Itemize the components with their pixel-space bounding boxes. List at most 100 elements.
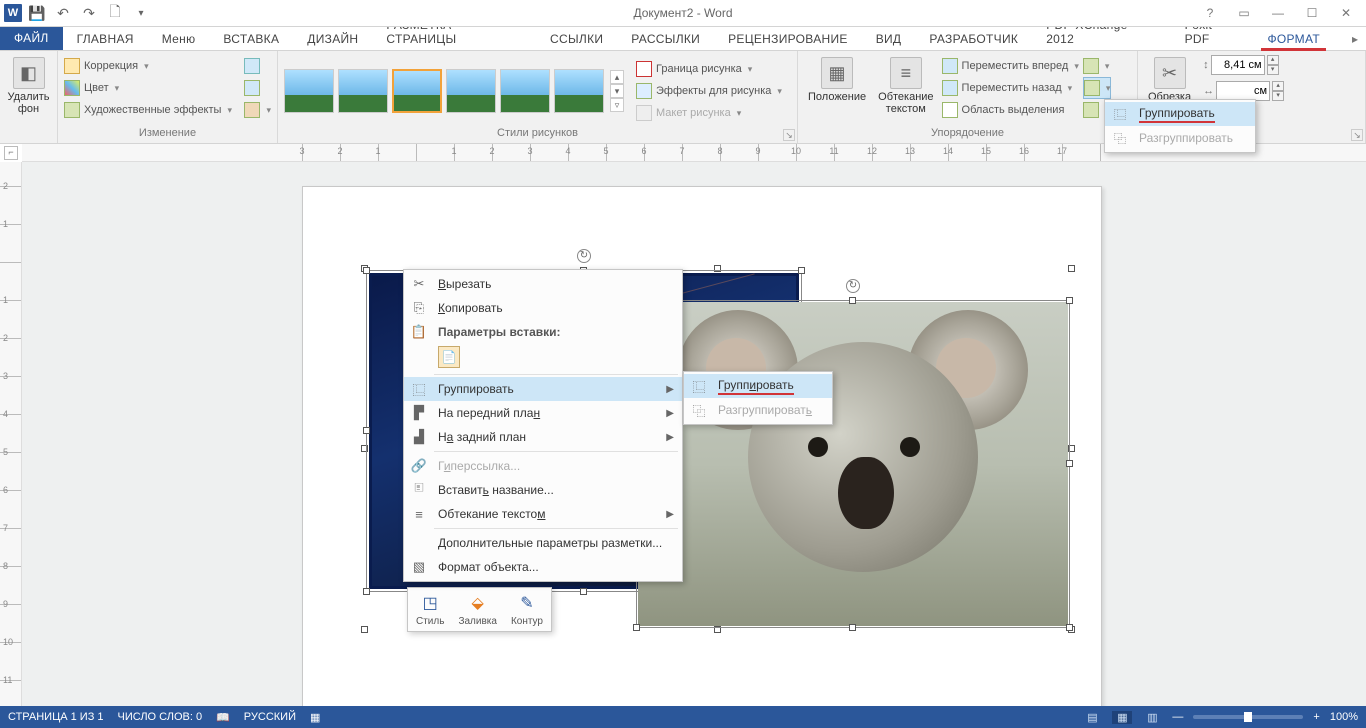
ctx-send-back[interactable]: ▟На задний план▶ xyxy=(404,425,682,449)
style-thumb[interactable] xyxy=(500,69,550,113)
tab-home[interactable]: ГЛАВНАЯ xyxy=(63,28,148,50)
wrap-text-button[interactable]: ≡Обтекание текстом xyxy=(874,55,937,117)
tab-references[interactable]: ССЫЛКИ xyxy=(536,28,617,50)
tab-developer[interactable]: РАЗРАБОТЧИК xyxy=(915,28,1032,50)
submenu-group[interactable]: ⿺Группировать xyxy=(684,374,832,398)
position-button[interactable]: ▦Положение xyxy=(804,55,870,105)
style-thumb[interactable] xyxy=(446,69,496,113)
caption-icon: 🗉 xyxy=(410,481,428,499)
wrap-icon: ≡ xyxy=(410,505,428,523)
group-icon: ⿺ xyxy=(410,380,428,398)
style-thumb[interactable] xyxy=(284,69,334,113)
ctx-cut[interactable]: ✂Вырезать xyxy=(404,272,682,296)
menu-item-group[interactable]: ⿺Группировать xyxy=(1105,102,1255,126)
change-picture-icon xyxy=(244,80,260,96)
tab-view[interactable]: ВИД xyxy=(862,28,916,50)
send-backward-button[interactable]: Переместить назад▾ xyxy=(942,77,1079,99)
style-thumb[interactable] xyxy=(338,69,388,113)
ctx-format-object[interactable]: ▧Формат объекта... xyxy=(404,555,682,579)
paste-icon: 📋 xyxy=(410,323,428,341)
remove-background-button[interactable]: ◧ Удалить фон xyxy=(6,55,51,117)
reset-picture-button[interactable]: ▾ xyxy=(244,99,271,121)
group-objects-button[interactable]: ▾ xyxy=(1083,77,1112,99)
tab-design[interactable]: ДИЗАЙН xyxy=(293,28,372,50)
artistic-effects-button[interactable]: Художественные эффекты▾ xyxy=(64,99,232,121)
workspace: 21 123 456 789 101112 ↻ xyxy=(0,162,1366,706)
link-icon: 🔗 xyxy=(410,457,428,475)
new-doc-icon[interactable]: 🗋 xyxy=(104,2,126,24)
forward-icon xyxy=(942,58,958,74)
color-button[interactable]: Цвет▾ xyxy=(64,77,232,99)
tab-menu[interactable]: Меню xyxy=(148,28,210,50)
spin-up-icon[interactable]: ▴ xyxy=(1267,55,1279,65)
zoom-slider[interactable] xyxy=(1193,715,1303,719)
style-thumb-selected[interactable] xyxy=(392,69,442,113)
dialog-launcher-icon[interactable]: ↘ xyxy=(783,129,795,141)
mini-style-button[interactable]: ◳Стиль xyxy=(412,592,448,627)
redo-icon[interactable]: ↷ xyxy=(78,2,100,24)
maximize-icon[interactable]: ☐ xyxy=(1300,6,1324,20)
crop-button[interactable]: ✂Обрезка xyxy=(1144,55,1195,105)
menu-item-ungroup: ⿻Разгруппировать xyxy=(1105,126,1255,150)
align-button[interactable]: ▾ xyxy=(1083,55,1112,77)
gallery-scroll[interactable]: ▴▾▿ xyxy=(610,70,624,112)
tabs-scroll-icon[interactable]: ▸ xyxy=(1344,28,1366,50)
style-gallery[interactable]: ▴▾▿ xyxy=(284,69,624,113)
ctx-wrap[interactable]: ≡Обтекание текстом▶ xyxy=(404,502,682,526)
view-read-icon[interactable]: ▤ xyxy=(1082,711,1102,724)
ctx-paste-header: 📋Параметры вставки: xyxy=(404,320,682,344)
help-icon[interactable]: ? xyxy=(1198,6,1222,20)
status-proofing-icon[interactable]: 📖 xyxy=(216,711,230,724)
tab-format[interactable]: ФОРМАТ xyxy=(1253,28,1334,50)
qat-more-icon[interactable]: ▾ xyxy=(130,2,152,24)
rotate-handle-icon[interactable]: ↻ xyxy=(846,279,860,293)
ribbon-tabs: ФАЙЛ ГЛАВНАЯ Меню ВСТАВКА ДИЗАЙН РАЗМЕТК… xyxy=(0,27,1366,51)
tab-mailings[interactable]: РАССЫЛКИ xyxy=(617,28,714,50)
selection-pic2[interactable]: ↻ xyxy=(636,300,1070,628)
view-web-icon[interactable]: ▥ xyxy=(1142,711,1162,724)
ribbon-options-icon[interactable]: ▭ xyxy=(1232,6,1256,20)
bring-forward-button[interactable]: Переместить вперед▾ xyxy=(942,55,1079,77)
rotate-handle-icon[interactable]: ↻ xyxy=(577,249,591,263)
zoom-out-icon[interactable]: — xyxy=(1172,711,1183,723)
selection-pane-button[interactable]: Область выделения xyxy=(942,99,1079,121)
tab-insert[interactable]: ВСТАВКА xyxy=(209,28,293,50)
tab-selector-icon[interactable]: ⌐ xyxy=(4,146,18,160)
ctx-caption[interactable]: 🗉Вставить название... xyxy=(404,478,682,502)
tab-review[interactable]: РЕЦЕНЗИРОВАНИЕ xyxy=(714,28,862,50)
group-adjust: Коррекция▾ Цвет▾ Художественные эффекты▾… xyxy=(58,51,278,143)
zoom-level[interactable]: 100% xyxy=(1330,711,1358,723)
status-language[interactable]: РУССКИЙ xyxy=(244,711,296,723)
width-input[interactable]: ↔ ▴▾ xyxy=(1203,81,1284,101)
corrections-button[interactable]: Коррекция▾ xyxy=(64,55,232,77)
undo-icon[interactable]: ↶ xyxy=(52,2,74,24)
tab-file[interactable]: ФАЙЛ xyxy=(0,26,63,50)
ctx-group[interactable]: ⿺Группировать▶ xyxy=(404,377,682,401)
mini-outline-button[interactable]: ✎Контур xyxy=(507,592,547,627)
mini-fill-button[interactable]: ⬙Заливка xyxy=(454,592,501,627)
save-icon[interactable]: 💾 xyxy=(26,2,48,24)
ctx-bring-front[interactable]: ▛На передний план▶ xyxy=(404,401,682,425)
view-print-icon[interactable]: ▦ xyxy=(1112,711,1132,724)
picture-border-button[interactable]: Граница рисунка▾ xyxy=(636,58,782,80)
close-icon[interactable]: ✕ xyxy=(1334,6,1358,20)
dialog-launcher-icon[interactable]: ↘ xyxy=(1351,129,1363,141)
ctx-copy[interactable]: ⎘Копировать xyxy=(404,296,682,320)
status-macro-icon[interactable]: ▦ xyxy=(310,711,320,724)
minimize-icon[interactable]: — xyxy=(1266,6,1290,20)
height-input[interactable]: ↕ ▴▾ xyxy=(1203,55,1284,75)
spin-down-icon[interactable]: ▾ xyxy=(1267,65,1279,75)
compress-button[interactable] xyxy=(244,55,271,77)
ctx-more-layout[interactable]: Дополнительные параметры разметки... xyxy=(404,531,682,555)
context-menu: ✂Вырезать ⎘Копировать 📋Параметры вставки… xyxy=(403,269,683,582)
zoom-in-icon[interactable]: + xyxy=(1313,711,1319,723)
status-page[interactable]: СТРАНИЦА 1 ИЗ 1 xyxy=(8,711,104,723)
ruler-vertical[interactable]: 21 123 456 789 101112 xyxy=(0,162,22,706)
change-picture-button[interactable] xyxy=(244,77,271,99)
picture-effects-button[interactable]: Эффекты для рисунка▾ xyxy=(636,80,782,102)
picture-layout-button[interactable]: Макет рисунка▾ xyxy=(636,102,782,124)
style-thumb[interactable] xyxy=(554,69,604,113)
paste-keep-source-icon[interactable]: 📄 xyxy=(438,346,460,368)
page-area[interactable]: ↻ ↻ ◳Стиль ⬙Заливка xyxy=(22,162,1366,706)
status-word-count[interactable]: ЧИСЛО СЛОВ: 0 xyxy=(118,711,203,723)
